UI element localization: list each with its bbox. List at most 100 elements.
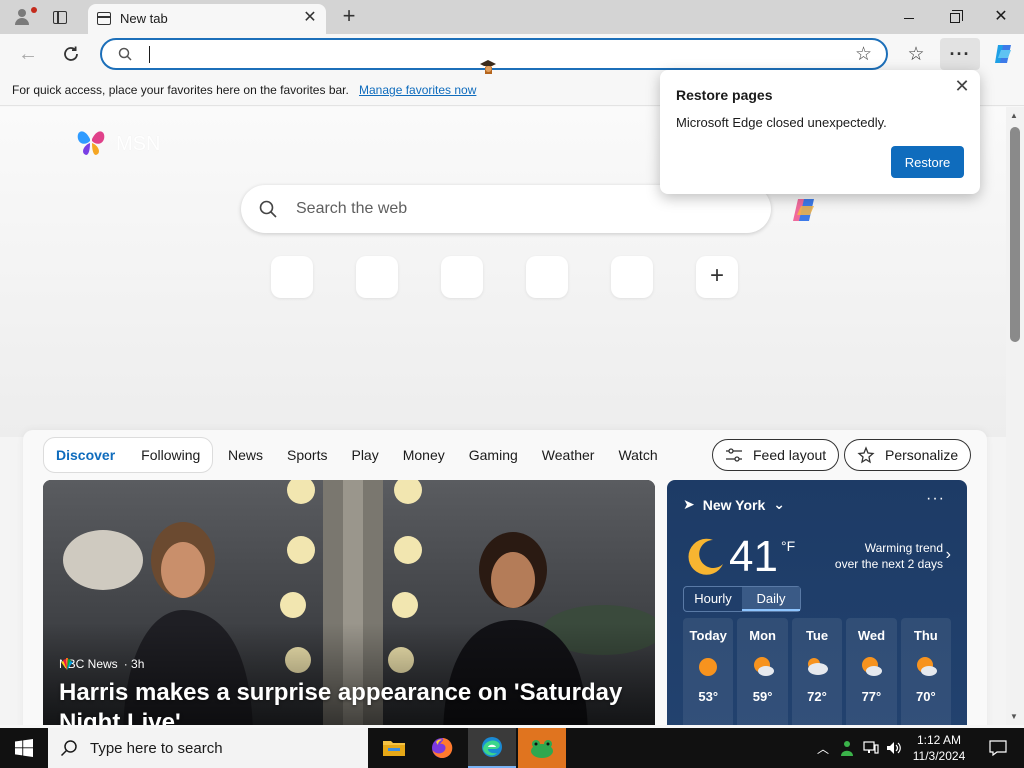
taskbar-firefox[interactable] <box>418 728 466 768</box>
chevron-right-icon[interactable]: › <box>946 546 951 564</box>
tab-gaming[interactable]: Gaming <box>469 447 518 463</box>
start-button[interactable] <box>0 728 48 768</box>
restore-window-icon <box>950 10 963 24</box>
notification-icon <box>989 740 1007 756</box>
forecast-day[interactable]: Today 53° <box>683 618 734 725</box>
newtab-favicon-icon <box>97 12 111 25</box>
tab-sports[interactable]: Sports <box>287 447 327 463</box>
temperature-unit: °F <box>781 538 796 554</box>
feed-layout-button[interactable]: Feed layout <box>712 439 840 471</box>
profile-button[interactable] <box>6 4 38 30</box>
new-tab-button[interactable]: + <box>336 4 362 30</box>
vertical-scrollbar[interactable]: ▲ ▼ <box>1006 107 1024 725</box>
search-icon <box>118 47 132 61</box>
copilot-icon <box>995 45 1011 63</box>
news-feed: Discover Following News Sports Play Mone… <box>23 430 987 725</box>
scroll-up-arrow-icon[interactable]: ▲ <box>1010 111 1018 120</box>
quick-link-tile[interactable] <box>441 256 483 298</box>
manage-favorites-link[interactable]: Manage favorites now <box>359 83 476 97</box>
sparkle-star-icon <box>857 446 875 464</box>
tab-watch[interactable]: Watch <box>618 447 657 463</box>
clock-date: 11/3/2024 <box>912 749 966 763</box>
forecast-tabs: Hourly Daily <box>683 586 801 612</box>
forecast-day[interactable]: Wed 77° <box>846 618 897 725</box>
sun-icon <box>699 658 718 676</box>
forecast-day[interactable]: Thu 70° <box>900 618 952 725</box>
dialog-title: Restore pages <box>676 87 773 103</box>
quick-link-tile[interactable] <box>611 256 653 298</box>
dialog-close-icon[interactable]: ✕ <box>952 76 972 97</box>
taskbar-search-box[interactable]: Type here to search <box>48 728 368 768</box>
firefox-icon <box>432 737 453 758</box>
weather-trend[interactable]: Warming trend over the next 2 days <box>827 540 943 572</box>
quick-link-tile[interactable] <box>271 256 313 298</box>
favorites-button[interactable]: ☆ <box>898 38 934 70</box>
refresh-button[interactable] <box>55 38 87 70</box>
copilot-button[interactable] <box>986 38 1022 70</box>
tab-news[interactable]: News <box>228 447 263 463</box>
forecast-high: 72° <box>807 689 827 704</box>
tab-new-tab[interactable]: New tab ✕ <box>88 4 326 34</box>
tab-actions-button[interactable] <box>44 4 76 30</box>
forecast-day[interactable]: Tue 72° <box>791 618 843 725</box>
tab-weather[interactable]: Weather <box>542 447 595 463</box>
more-icon: ··· <box>949 43 971 64</box>
taskbar-search-placeholder: Type here to search <box>90 739 223 757</box>
close-window-button[interactable]: ✕ <box>978 0 1024 34</box>
tray-app-icon[interactable] <box>836 728 858 768</box>
restore-button[interactable]: Restore <box>891 146 964 178</box>
settings-more-button[interactable]: ··· <box>940 38 980 70</box>
hero-article-card[interactable]: NBC News · 3h Harris makes a surprise ap… <box>43 480 655 725</box>
weather-more-button[interactable]: ··· <box>926 490 945 508</box>
tab-close-icon[interactable]: ✕ <box>300 8 320 28</box>
cloudy-icon <box>808 658 829 675</box>
chevron-up-icon: ︿ <box>816 741 829 756</box>
quick-link-tile[interactable] <box>356 256 398 298</box>
volume-button[interactable] <box>884 728 904 768</box>
action-center-button[interactable] <box>980 728 1016 768</box>
network-button[interactable] <box>860 728 882 768</box>
speaker-icon <box>887 742 901 754</box>
search-icon <box>259 200 277 218</box>
scrollbar-thumb[interactable] <box>1010 127 1020 342</box>
nbc-peacock-logo-icon <box>61 658 73 670</box>
back-button[interactable]: ← <box>12 38 44 70</box>
tab-following[interactable]: Following <box>141 447 200 463</box>
show-hidden-icons-button[interactable]: ︿ <box>814 728 832 768</box>
taskbar-edge[interactable] <box>468 728 516 768</box>
forecast-day[interactable]: Mon 59° <box>737 618 788 725</box>
tab-discover[interactable]: Discover <box>56 447 115 463</box>
add-favorite-star-icon[interactable]: ☆ <box>855 43 872 66</box>
location-arrow-icon: ➤ <box>683 496 695 512</box>
tab-play[interactable]: Play <box>351 447 378 463</box>
copilot-search-icon[interactable] <box>790 195 820 225</box>
forecast-high: 59° <box>752 689 773 704</box>
quick-link-tile[interactable] <box>526 256 568 298</box>
tab-title: New tab <box>120 11 168 26</box>
taskbar-file-explorer[interactable] <box>370 728 418 768</box>
taskbar-app-frog[interactable] <box>518 728 566 768</box>
partly-cloudy-icon <box>916 657 937 676</box>
partly-cloudy-icon <box>753 657 774 676</box>
search-placeholder: Search the web <box>296 200 408 217</box>
restore-window-button[interactable] <box>932 0 978 34</box>
system-clock[interactable]: 1:12 AM 11/3/2024 <box>906 732 972 764</box>
edge-icon <box>482 737 502 757</box>
tab-money[interactable]: Money <box>403 447 445 463</box>
weather-card[interactable]: ➤ New York ⌄ ··· 41 °F Warming trend ove… <box>667 480 967 725</box>
article-headline[interactable]: Harris makes a surprise appearance on 'S… <box>59 678 639 725</box>
scroll-down-arrow-icon[interactable]: ▼ <box>1010 712 1018 721</box>
chevron-down-icon: ⌄ <box>773 496 785 512</box>
minimize-button[interactable] <box>886 0 932 34</box>
forecast-day-name: Wed <box>857 628 886 643</box>
weather-location[interactable]: ➤ New York ⌄ <box>683 496 785 513</box>
tab-hourly[interactable]: Hourly <box>684 587 742 611</box>
add-quick-link-button[interactable]: + <box>696 256 738 298</box>
title-bar: New tab ✕ + ✕ <box>0 0 1024 34</box>
tab-daily[interactable]: Daily <box>742 587 800 611</box>
personalize-label: Personalize <box>885 447 959 463</box>
weather-trend-line1: Warming trend <box>864 541 943 555</box>
refresh-icon <box>64 46 78 61</box>
profile-icon <box>18 9 26 17</box>
personalize-button[interactable]: Personalize <box>844 439 972 471</box>
